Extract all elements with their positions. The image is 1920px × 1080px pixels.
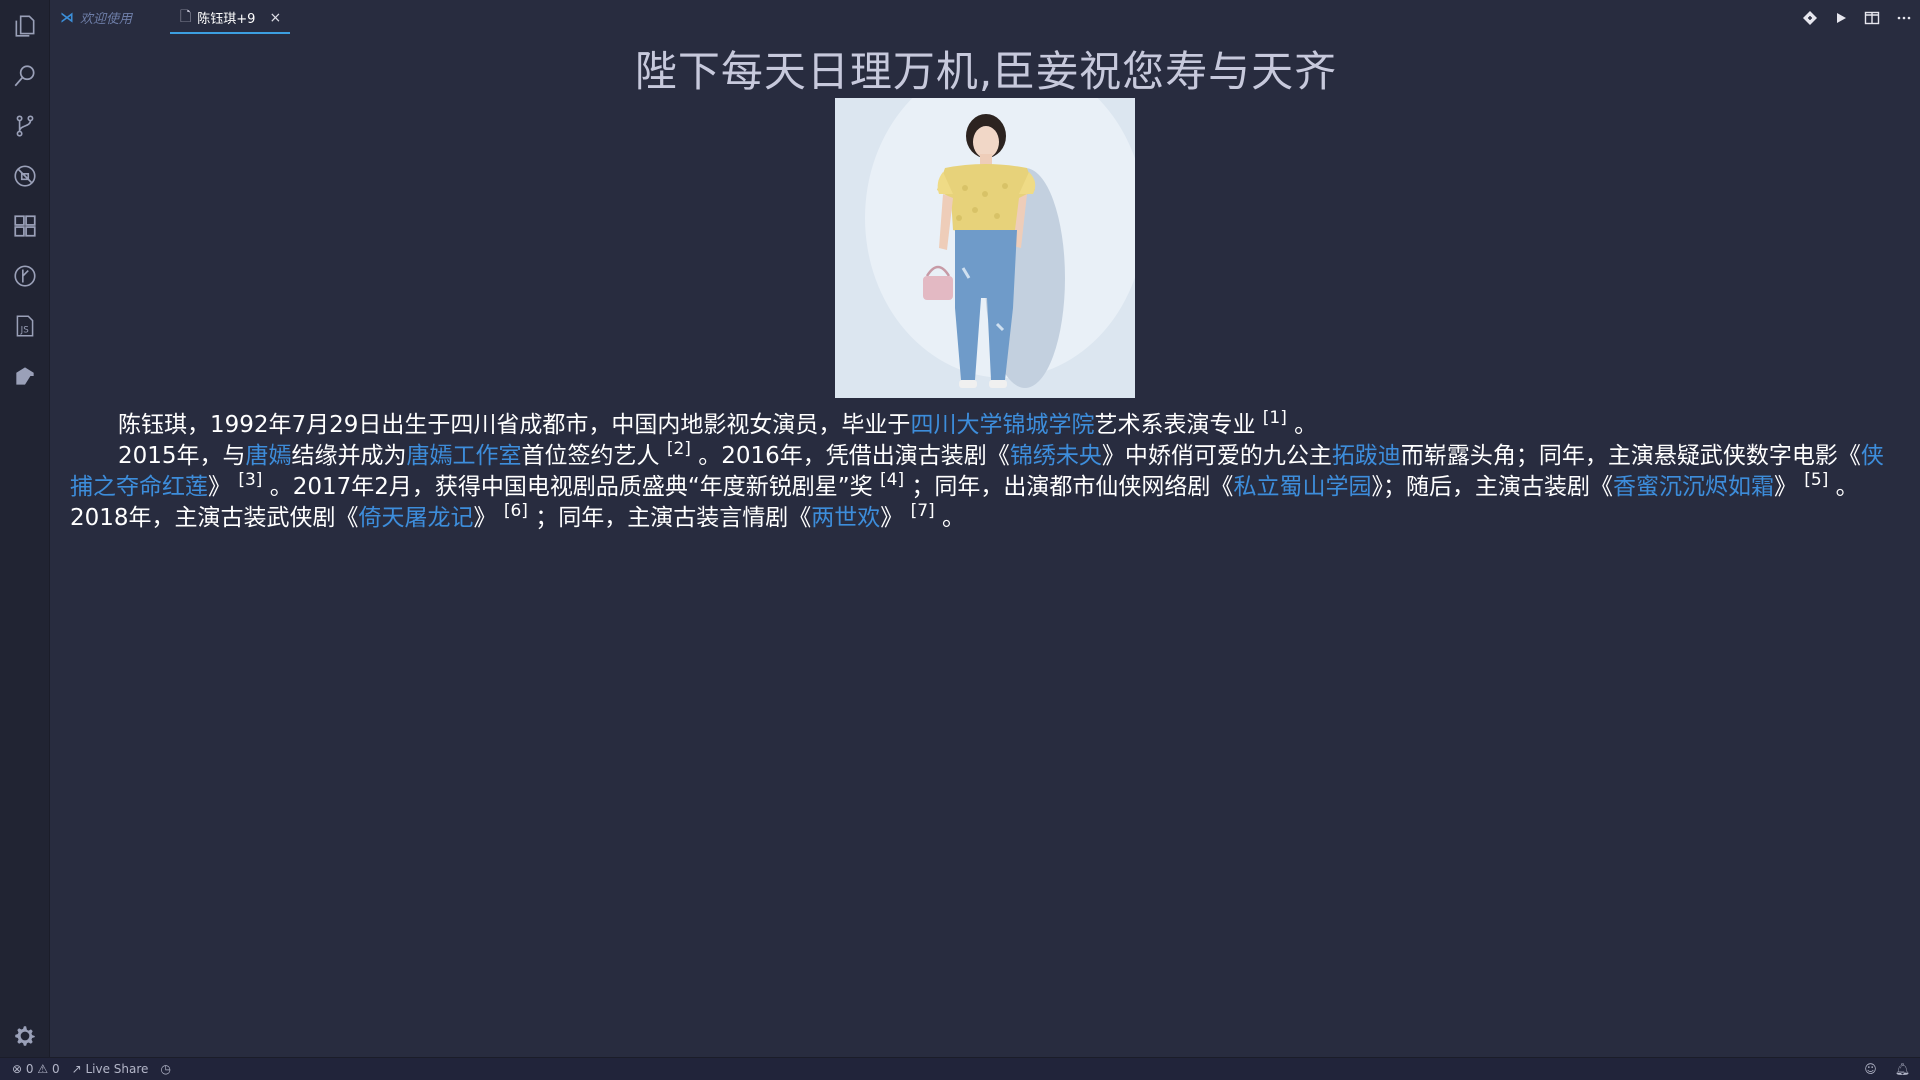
error-icon: ⊗ <box>12 1062 23 1076</box>
file-icon: 🗋 <box>180 8 192 25</box>
open-changes-icon[interactable] <box>1802 10 1818 26</box>
extensions-icon[interactable] <box>11 212 38 239</box>
feedback-icon[interactable]: ☺ <box>1864 1062 1877 1076</box>
link-yitian[interactable]: 倚天屠龙记 <box>359 505 474 531</box>
portrait-photo <box>835 98 1135 398</box>
reference-5[interactable]: [5] <box>1804 470 1828 490</box>
paragraph-intro: 陈钰琪，1992年7月29日出生于四川省成都市，中国内地影视女演员，毕业于四川大… <box>118 408 1318 439</box>
link-liangshihuan[interactable]: 两世欢 <box>811 505 880 531</box>
clock-icon: ◷ <box>160 1062 171 1076</box>
link-sili-shushan[interactable]: 私立蜀山学园 <box>1233 474 1371 500</box>
gear-icon[interactable] <box>11 1022 38 1049</box>
problems-status[interactable]: ⊗ 0 ⚠ 0 <box>12 1062 60 1076</box>
paragraph-career: 2015年，与唐嫣结缘并成为唐嫣工作室首位签约艺人 [2] 。2016年，凭借出… <box>70 439 1884 532</box>
split-editor-icon[interactable] <box>1864 10 1880 26</box>
reference-6[interactable]: [6] <box>504 501 528 521</box>
source-control-icon[interactable] <box>11 112 38 139</box>
tab-bar: ⋊ 欢迎使用 🗋 陈钰琪+9 × <box>50 0 1920 35</box>
article-body: 陈钰琪，1992年7月29日出生于四川省成都市，中国内地影视女演员，毕业于四川大… <box>70 410 1902 534</box>
run-icon[interactable] <box>1834 11 1848 25</box>
more-actions-icon[interactable] <box>1896 10 1912 26</box>
files-icon[interactable] <box>11 12 38 39</box>
tab-preview[interactable]: 🗋 陈钰琪+9 × <box>170 0 290 35</box>
link-jinxiu-weiyang[interactable]: 锦绣未央 <box>1010 443 1102 469</box>
live-share-icon: ↗ <box>71 1062 82 1076</box>
preview-content: 陛下每天日理万机,臣妾祝您寿与天齐 陈钰琪，1992年7月29日出生于四川省成都… <box>70 38 1902 1048</box>
link-xiangmi[interactable]: 香蜜沉沉烬如霜 <box>1613 474 1774 500</box>
remote-explorer-icon[interactable] <box>11 362 38 389</box>
page-title: 陛下每天日理万机,臣妾祝您寿与天齐 <box>634 47 1338 96</box>
reference-3[interactable]: [3] <box>238 470 262 490</box>
reference-4[interactable]: [4] <box>880 470 904 490</box>
tab-welcome[interactable]: ⋊ 欢迎使用 <box>60 0 170 35</box>
link-sichuan-university[interactable]: 四川大学锦城学院 <box>910 412 1094 438</box>
editor-actions <box>1802 0 1912 35</box>
status-bar: ⊗ 0 ⚠ 0 ↗ Live Share ◷ ☺ 🔔︎ <box>0 1057 1920 1080</box>
notifications-icon[interactable]: 🔔︎ <box>1895 1062 1910 1076</box>
warning-icon: ⚠ <box>37 1062 49 1076</box>
git-history-icon[interactable] <box>11 262 38 289</box>
close-icon[interactable]: × <box>269 10 281 26</box>
tab-welcome-label: 欢迎使用 <box>80 12 133 27</box>
live-share-status[interactable]: ↗ Live Share <box>72 1062 149 1076</box>
reference-1[interactable]: [1] <box>1263 408 1287 428</box>
status-bar-right: ☺ 🔔︎ <box>1864 1058 1910 1080</box>
link-tang-yan[interactable]: 唐嫣 <box>246 443 292 469</box>
history-status[interactable]: ◷ <box>160 1062 170 1076</box>
link-tang-yan-studio[interactable]: 唐嫣工作室 <box>407 443 522 469</box>
activity-bar: JS <box>0 0 50 1058</box>
vscode-window: JS ⋊ 欢迎使用 🗋 陈钰琪+9 × 陛下每天日理万机,臣妾祝您寿与天齐 陈钰… <box>0 0 1920 1080</box>
vscode-logo-icon: ⋊ <box>60 9 74 26</box>
debug-icon[interactable] <box>11 162 38 189</box>
link-tuoba-di[interactable]: 拓跋迪 <box>1332 443 1401 469</box>
search-icon[interactable] <box>11 62 38 89</box>
js-icon[interactable]: JS <box>11 312 38 339</box>
tab-preview-label: 陈钰琪+9 <box>197 12 256 27</box>
reference-7[interactable]: [7] <box>911 501 935 521</box>
reference-2[interactable]: [2] <box>667 439 691 459</box>
svg-text:JS: JS <box>19 325 29 335</box>
